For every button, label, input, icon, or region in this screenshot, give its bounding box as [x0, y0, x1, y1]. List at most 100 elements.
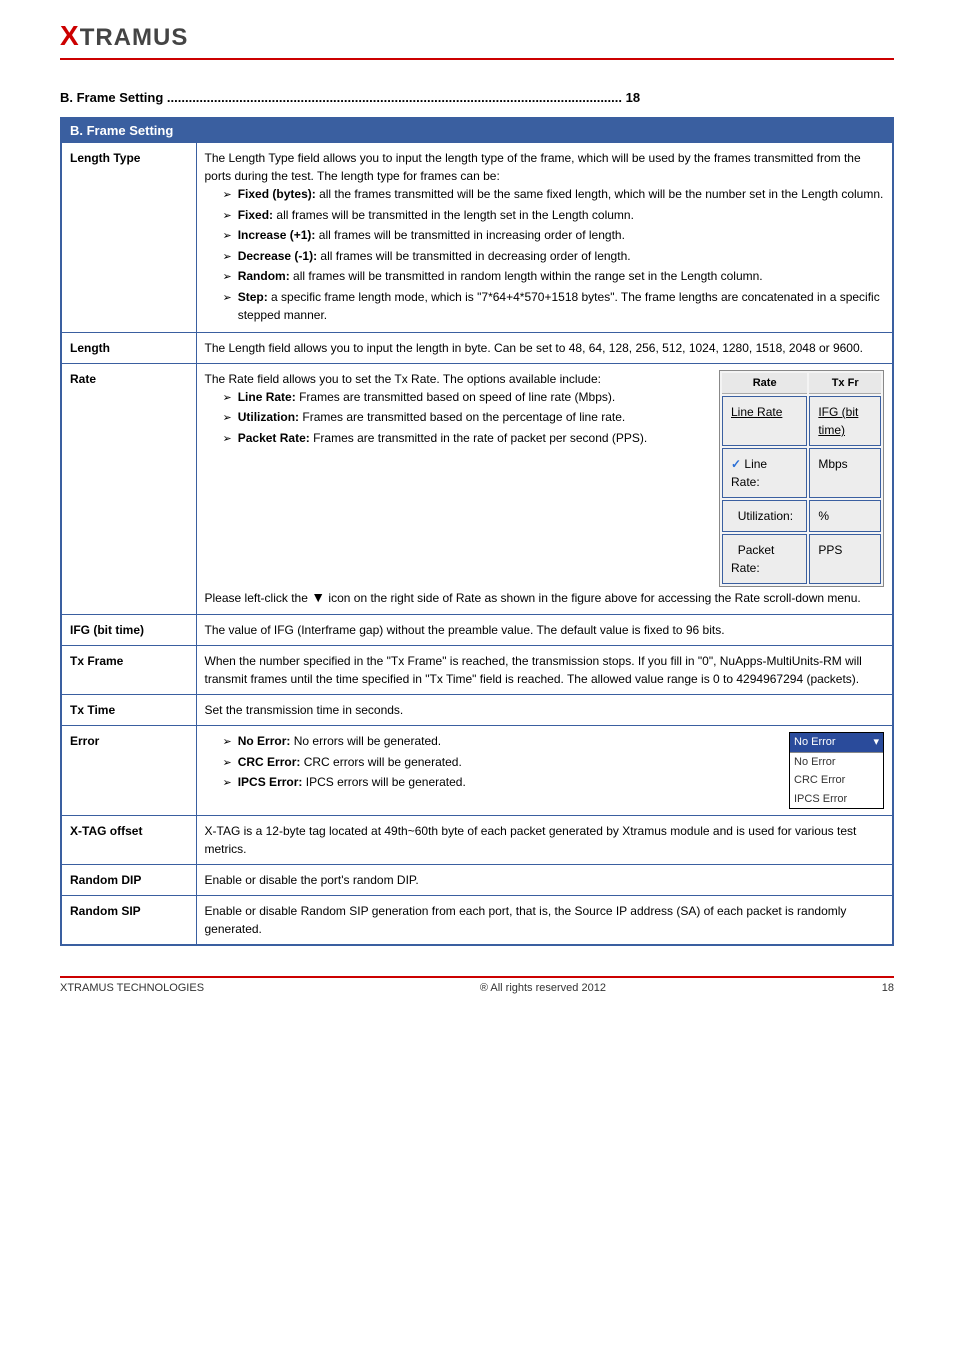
- rate-dropdown-preview: RateTx Fr Line RateIFG (bit time) ✓ Line…: [719, 370, 884, 588]
- bullet-icon: ➢: [223, 734, 232, 751]
- rate-menu-opt[interactable]: ✓ Line Rate:: [722, 448, 807, 498]
- length-type-label: Length Type: [61, 143, 196, 333]
- rate-note: Please left-click the ▼ icon on the righ…: [205, 587, 885, 608]
- rate-menu-opt[interactable]: Utilization:: [722, 500, 807, 532]
- item-text: IPCS errors will be generated.: [302, 775, 465, 789]
- rate-label: Rate: [61, 363, 196, 615]
- txtime-desc: Set the transmission time in seconds.: [196, 695, 893, 726]
- bullet-icon: ➢: [223, 390, 232, 407]
- txframe-desc: When the number specified in the "Tx Fra…: [196, 646, 893, 695]
- table-row: IFG (bit time) The value of IFG (Interfr…: [61, 615, 893, 646]
- random-sip-desc: Enable or disable Random SIP generation …: [196, 896, 893, 946]
- note-post: icon on the right side of Rate as shown …: [328, 591, 860, 605]
- list-item: ➢ No Error: No errors will be generated.: [223, 732, 782, 751]
- bullet-icon: ➢: [223, 208, 232, 225]
- check-icon: ✓: [731, 457, 741, 471]
- rate-menu-h1: Rate: [722, 373, 807, 395]
- item-bold: CRC Error:: [238, 755, 301, 769]
- table-title: B. Frame Setting: [61, 118, 893, 143]
- table-row: Rate RateTx Fr Line RateIFG (bit time) ✓…: [61, 363, 893, 615]
- item-bold: No Error:: [238, 734, 291, 748]
- list-item: ➢IPCS Error: IPCS errors will be generat…: [223, 773, 782, 792]
- length-type-intro: The Length Type field allows you to inpu…: [205, 149, 885, 185]
- item-text: all the frames transmitted will be the s…: [316, 187, 884, 201]
- rate-unit: %: [809, 500, 881, 532]
- footer-page-number: 18: [882, 982, 894, 994]
- item-bold: Random:: [238, 269, 290, 283]
- list-item: ➢CRC Error: CRC errors will be generated…: [223, 753, 782, 772]
- check-icon-empty: [731, 543, 734, 557]
- item-text: all frames will be transmitted in increa…: [315, 228, 624, 242]
- length-type-desc: The Length Type field allows you to inpu…: [196, 143, 893, 333]
- bullet-icon: ➢: [223, 269, 232, 286]
- item-text: all frames will be transmitted in the le…: [273, 208, 634, 222]
- list-item: ➢ Decrease (-1): all frames will be trans…: [223, 247, 885, 266]
- list-item: ➢ Packet Rate: Frames are transmitted in …: [223, 429, 712, 448]
- item-bold: Fixed:: [238, 208, 273, 222]
- list-item: ➢Random: all frames will be transmitted …: [223, 267, 885, 286]
- logo-x: X: [60, 20, 80, 51]
- bullet-icon: ➢: [223, 228, 232, 245]
- rate-menu-sub: Line Rate: [722, 396, 807, 446]
- item-bold: Packet Rate:: [238, 431, 310, 445]
- random-sip-label: Random SIP: [61, 896, 196, 946]
- toc-entry: B. Frame Setting .......................…: [60, 90, 894, 105]
- item-bold: Line Rate:: [238, 390, 296, 404]
- list-item: ➢ Step: a specific frame length mode, whi…: [223, 288, 885, 324]
- item-text: a specific frame length mode, which is "…: [238, 290, 880, 322]
- error-option[interactable]: No Error: [790, 753, 883, 772]
- page-footer: XTRAMUS TECHNOLOGIES ® All rights reserv…: [60, 976, 894, 994]
- rate-opt-label: Utilization:: [738, 509, 793, 523]
- length-desc: The Length field allows you to input the…: [196, 332, 893, 363]
- length-label: Length: [61, 332, 196, 363]
- item-bold: IPCS Error:: [238, 775, 303, 789]
- table-row: Random SIP Enable or disable Random SIP …: [61, 896, 893, 946]
- item-text: all frames will be transmitted in decrea…: [317, 249, 630, 263]
- logo-rest: TRAMUS: [80, 24, 189, 51]
- page-header: XTRAMUS: [60, 20, 894, 60]
- table-row: Random DIP Enable or disable the port's …: [61, 865, 893, 896]
- list-item: ➢ Fixed: all frames will be transmitted i…: [223, 206, 885, 225]
- txtime-label: Tx Time: [61, 695, 196, 726]
- item-bold: Step:: [238, 290, 268, 304]
- footer-center: ® All rights reserved 2012: [480, 982, 606, 994]
- bullet-icon: ➢: [223, 431, 232, 448]
- error-dropdown-preview[interactable]: No Error▾ No Error CRC Error IPCS Error: [789, 732, 884, 809]
- item-text: Frames are transmitted in the rate of pa…: [310, 431, 647, 445]
- bullet-icon: ➢: [223, 249, 232, 266]
- list-item: ➢ Line Rate: Frames are transmitted based…: [223, 388, 712, 407]
- item-bold: Fixed (bytes):: [238, 187, 316, 201]
- rate-menu-opt[interactable]: Packet Rate:: [722, 534, 807, 584]
- rate-menu-sub2: IFG (bit time): [809, 396, 881, 446]
- frame-setting-table: B. Frame Setting Length Type The Length …: [60, 117, 894, 946]
- item-bold: Increase (+1):: [238, 228, 316, 242]
- error-label: Error: [61, 726, 196, 816]
- bullet-icon: ➢: [223, 290, 232, 324]
- table-row: Tx Time Set the transmission time in sec…: [61, 695, 893, 726]
- table-row: Error No Error▾ No Error CRC Error IPCS …: [61, 726, 893, 816]
- rate-opt-label: Packet Rate:: [731, 543, 774, 575]
- item-text: No errors will be generated.: [290, 734, 441, 748]
- item-text: Frames are transmitted based on speed of…: [296, 390, 615, 404]
- item-bold: Utilization:: [238, 410, 299, 424]
- rate-unit: Mbps: [809, 448, 881, 498]
- ifg-desc: The value of IFG (Interframe gap) withou…: [196, 615, 893, 646]
- table-row: Length Type The Length Type field allows…: [61, 143, 893, 333]
- brand-logo: XTRAMUS: [60, 24, 188, 51]
- bullet-icon: ➢: [223, 187, 232, 204]
- error-selected[interactable]: No Error▾: [790, 733, 883, 753]
- error-option[interactable]: CRC Error: [790, 771, 883, 790]
- table-row: X-TAG offset X-TAG is a 12-byte tag loca…: [61, 816, 893, 865]
- table-row: Tx Frame When the number specified in th…: [61, 646, 893, 695]
- list-item: ➢ Fixed (bytes): all the frames transmitt…: [223, 185, 885, 204]
- list-item: ➢ Increase (+1): all frames will be trans…: [223, 226, 885, 245]
- error-option[interactable]: IPCS Error: [790, 790, 883, 809]
- item-bold: Decrease (-1):: [238, 249, 317, 263]
- error-desc: No Error▾ No Error CRC Error IPCS Error …: [196, 726, 893, 816]
- table-row: Length The Length field allows you to in…: [61, 332, 893, 363]
- xtag-label: X-TAG offset: [61, 816, 196, 865]
- rate-desc: RateTx Fr Line RateIFG (bit time) ✓ Line…: [196, 363, 893, 615]
- rate-unit: PPS: [809, 534, 881, 584]
- error-selected-label: No Error: [794, 734, 836, 751]
- txframe-label: Tx Frame: [61, 646, 196, 695]
